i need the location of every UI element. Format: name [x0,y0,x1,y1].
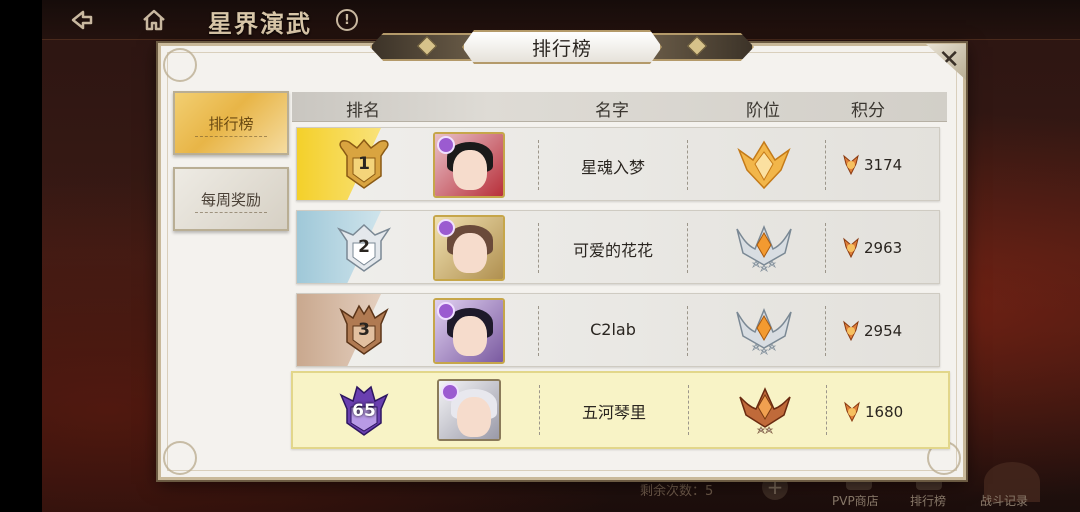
score: 1680 [842,401,903,423]
score: 2954 [841,320,902,342]
page-title: 星界演武 [208,9,312,38]
ranking-button[interactable]: 排行榜 [910,492,946,509]
rank-badge-silver-icon: 2 [335,219,393,275]
player-name: 星魂入梦 [580,158,645,177]
battle-log-button[interactable]: 战斗记录 [980,492,1028,509]
panel-title: 排行榜 [462,30,662,64]
avatar[interactable] [433,215,505,281]
rank-badge-gold-icon: 1 [335,136,393,192]
rank-badge-bronze-icon: 3 [335,302,393,358]
rank-number: 2 [358,237,370,257]
corner-ornament [163,48,197,82]
rank-number: 65 [352,401,376,421]
tier-bronze-icon [734,381,796,439]
player-name: 可爱的花花 [572,241,653,260]
table-row-self[interactable]: 65 五河琴里 1680 [291,371,950,449]
divider [687,223,688,273]
score-value: 3174 [864,156,903,174]
divider [687,306,688,356]
avatar-pin-icon [437,219,455,237]
score: 2963 [841,237,902,259]
tab-ranking[interactable]: 排行榜 [173,91,289,155]
tab-underline [195,212,267,213]
rank-number: 1 [358,154,370,174]
score-medal-icon [843,154,859,176]
column-header-tier: 阶位 [746,101,780,121]
help-button[interactable]: ! [336,9,358,31]
tier-silver-icon [733,302,795,360]
rank-badge-purple-icon: 65 [335,383,393,439]
rank-number: 3 [358,320,370,340]
avatar[interactable] [433,132,505,198]
divider [826,385,827,435]
table-row[interactable]: 1 星魂入梦 3174 [296,127,940,201]
tab-weekly-rewards[interactable]: 每周奖励 [173,167,289,231]
avatar[interactable] [437,379,501,441]
tier-silver-icon [733,219,795,277]
avatar-pin-icon [437,302,455,320]
column-header-score: 积分 [851,101,885,121]
divider [538,223,539,273]
home-button[interactable] [138,6,170,34]
divider [538,306,539,356]
table-row[interactable]: 2 可爱的花花 2963 [296,210,940,284]
player-name: 五河琴里 [581,403,646,422]
column-header-name: 名字 [595,101,629,121]
divider [538,140,539,190]
score-value: 2954 [864,322,903,340]
player-name: C2lab [590,320,636,339]
score-value: 2963 [864,239,903,257]
divider [825,223,826,273]
tab-underline [195,136,267,137]
score: 3174 [841,154,902,176]
back-arrow-icon [71,10,93,30]
score-medal-icon [843,237,859,259]
column-header-rank: 排名 [346,101,380,121]
tab-label: 排行榜 [208,114,254,133]
divider [825,306,826,356]
score-value: 1680 [865,403,904,421]
table-row[interactable]: 3 C2lab 2954 [296,293,940,367]
table-header: 排名 名字 阶位 积分 [292,92,947,122]
home-icon [143,9,165,31]
tab-label: 每周奖励 [200,190,261,209]
tier-gold-icon [733,136,795,194]
back-button[interactable] [66,6,98,34]
avatar-pin-icon [441,383,459,401]
divider [825,140,826,190]
score-medal-icon [844,401,860,423]
avatar[interactable] [433,298,505,364]
score-medal-icon [843,320,859,342]
remaining-count: 剩余次数：5 [640,484,714,499]
corner-ornament [163,441,197,475]
divider [688,385,689,435]
avatar-pin-icon [437,136,455,154]
pvp-shop-button[interactable]: PVP商店 [832,492,879,509]
left-edge-band [0,0,42,512]
title-banner: 排行榜 [370,30,754,64]
divider [687,140,688,190]
divider [539,385,540,435]
